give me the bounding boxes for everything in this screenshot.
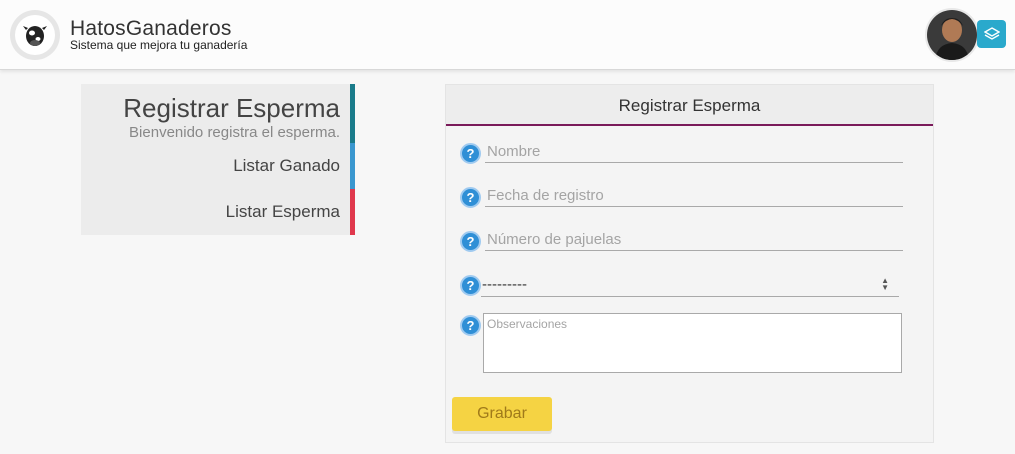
user-avatar[interactable]: [925, 8, 979, 62]
nav-item-label: Listar Esperma: [225, 202, 340, 221]
register-form-card: Registrar Esperma ? ? ? ? --------- ▲▼ ?…: [445, 84, 934, 443]
nav-item-indicator: [350, 189, 355, 235]
app-logo[interactable]: [10, 10, 60, 60]
side-nav: Registrar Esperma Bienvenido registra el…: [81, 84, 355, 235]
nav-active-indicator: [350, 84, 355, 143]
cow-icon: [15, 15, 55, 55]
toro-select[interactable]: --------- ▲ ▼: [481, 273, 899, 297]
nav-main-subtitle: Bienvenido registra el esperma.: [129, 124, 340, 141]
help-icon[interactable]: ?: [460, 187, 481, 208]
select-arrows-icon: ▲ ▼: [881, 276, 889, 292]
numero-pajuelas-input[interactable]: [485, 229, 903, 251]
grabar-button[interactable]: Grabar: [452, 397, 552, 431]
help-icon[interactable]: ?: [460, 275, 481, 296]
help-icon[interactable]: ?: [460, 315, 481, 336]
form-title: Registrar Esperma: [446, 85, 933, 126]
nav-item-indicator: [350, 143, 355, 189]
help-icon[interactable]: ?: [460, 143, 481, 164]
nav-current-section: Registrar Esperma Bienvenido registra el…: [81, 84, 355, 143]
app-subtitle: Sistema que mejora tu ganadería: [70, 38, 248, 52]
help-icon[interactable]: ?: [460, 231, 481, 252]
layers-button[interactable]: [977, 20, 1006, 48]
nav-item-listar-ganado[interactable]: Listar Ganado: [81, 143, 355, 189]
select-value: ---------: [482, 276, 527, 293]
fecha-registro-input[interactable]: [485, 185, 903, 207]
nombre-input[interactable]: [485, 141, 903, 163]
layers-icon: [983, 27, 1000, 40]
nav-item-label: Listar Ganado: [233, 156, 340, 175]
nav-main-title: Registrar Esperma: [123, 93, 340, 123]
top-header: HatosGanaderos Sistema que mejora tu gan…: [0, 0, 1015, 70]
observaciones-textarea[interactable]: [483, 313, 902, 373]
nav-item-listar-esperma[interactable]: Listar Esperma: [81, 189, 355, 235]
